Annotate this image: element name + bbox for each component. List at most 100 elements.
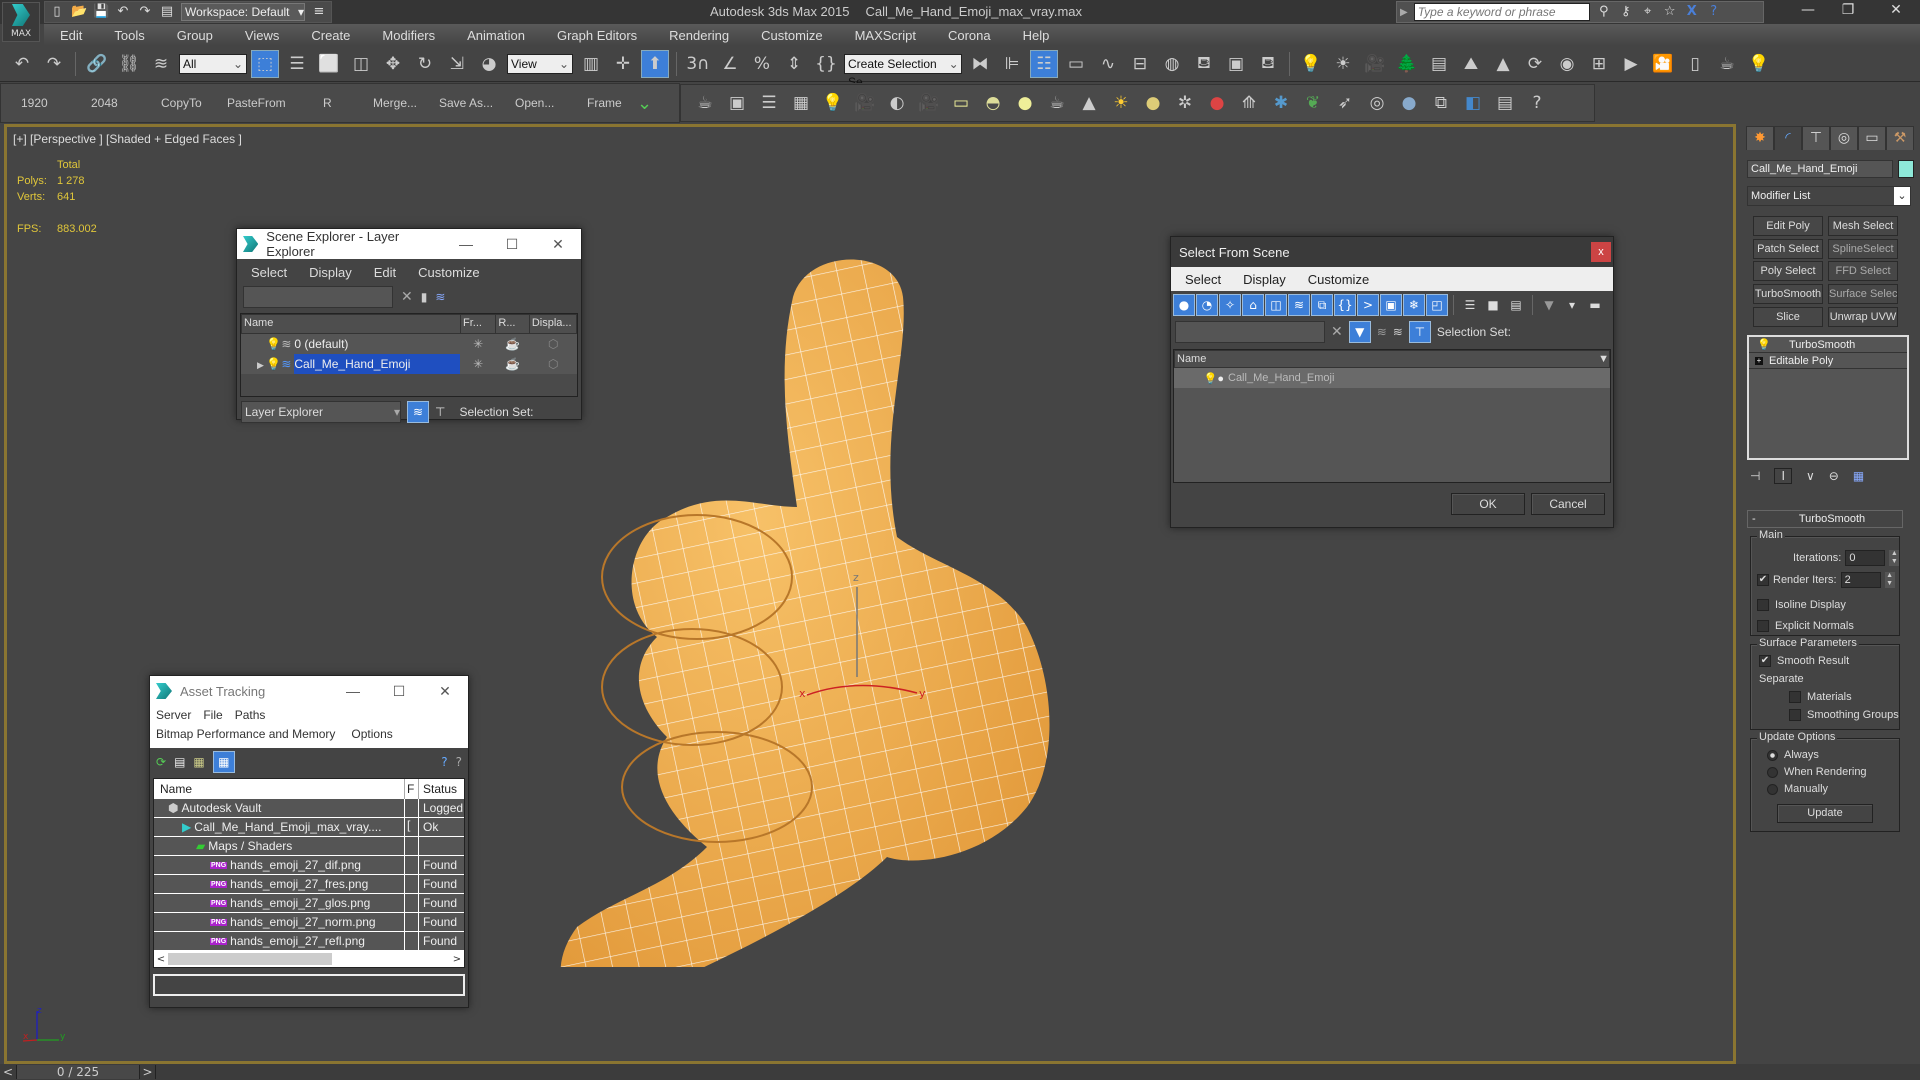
clear-search-icon[interactable]: ✕ (1331, 324, 1343, 340)
scene-converter-icon[interactable]: ▤ (1491, 89, 1519, 117)
menu-modifiers[interactable]: Modifiers (366, 28, 451, 43)
display-all-icon[interactable]: ☰ (1459, 298, 1481, 312)
minimize-button[interactable]: — (1788, 2, 1828, 22)
filter-helpers-icon[interactable]: ◫ (1265, 294, 1287, 316)
scene-explorer-icon[interactable]: ▭ (1062, 50, 1090, 78)
forest-list-icon[interactable]: ▤ (1425, 50, 1453, 78)
filter-space-warps-icon[interactable]: ≋ (1288, 294, 1310, 316)
asset-tracking-titlebar[interactable]: Asset Tracking — ☐ ✕ (150, 676, 468, 706)
workspace-dropdown[interactable]: Workspace: Default ▾ (181, 3, 305, 21)
isoline-checkbox[interactable] (1757, 599, 1769, 611)
expand-plus-icon[interactable]: + (1755, 356, 1763, 365)
filter-xrefs-icon[interactable]: {} (1334, 294, 1356, 316)
list-view-icon[interactable]: ▤ (174, 755, 185, 769)
column-f[interactable]: F (404, 779, 418, 799)
teapot-icon[interactable]: ☕ (691, 89, 719, 117)
menu-select[interactable]: Select (251, 265, 287, 280)
prev-frame-button[interactable]: < (0, 1065, 16, 1079)
sort-arrow-icon[interactable]: ▼ (1598, 351, 1609, 367)
sphere-light-icon[interactable]: ● (1011, 89, 1039, 117)
tab-hierarchy[interactable]: ⊤ (1802, 126, 1830, 150)
spinner-snap-icon[interactable]: ⇕ (780, 50, 808, 78)
physical-camera-icon[interactable]: ◐ (883, 89, 911, 117)
layer-sort-icon[interactable]: ≋ (1377, 325, 1387, 339)
reference-coordinate-dropdown[interactable]: View ⌄ (507, 53, 573, 74)
viewport-label[interactable]: [+] [Perspective ] [Shaded + Edged Faces… (13, 132, 242, 146)
filter-toggle-icon[interactable]: ▬ (1584, 298, 1606, 312)
script-button-save-as[interactable]: Save As... (439, 96, 515, 110)
modifier-spline-select-button[interactable]: SplineSelect (1828, 239, 1898, 259)
asset-row[interactable]: ▶ Call_Me_Hand_Emoji_max_vray....[Ok (154, 817, 464, 837)
selection-filter-dropdown[interactable]: All ⌄ (179, 53, 247, 74)
sun-icon[interactable]: ☀ (1107, 89, 1135, 117)
column-name[interactable]: Name (1177, 351, 1206, 367)
pin-stack-icon[interactable]: ⊣ (1750, 469, 1760, 483)
script-button-2048[interactable]: 2048 (91, 96, 161, 110)
asset-row[interactable]: ⬢ Autodesk Vault Logged (154, 798, 464, 818)
vfb-icon[interactable]: ◧ (1459, 89, 1487, 117)
make-unique-icon[interactable]: ∨ (1806, 469, 1815, 483)
forest-icon[interactable]: 🌲 (1393, 50, 1421, 78)
expand-arrow-icon[interactable]: ▶ (1400, 7, 1408, 18)
menu-customize[interactable]: Customize (1308, 272, 1369, 287)
modifier-list-dropdown[interactable]: Modifier List ⌄ (1747, 186, 1911, 206)
select-by-name-icon[interactable]: ☰ (283, 50, 311, 78)
menu-rendering[interactable]: Rendering (653, 28, 745, 43)
redo-icon[interactable]: ↷ (137, 4, 153, 20)
teapot-icon[interactable]: ☕ (1713, 50, 1741, 78)
menu-select[interactable]: Select (1185, 272, 1221, 287)
keyboard-shortcut-override-icon[interactable]: ⬆ (641, 49, 669, 78)
column-display[interactable]: Displa... (528, 315, 576, 333)
filter-shapes-icon[interactable]: ◔ (1196, 294, 1218, 316)
modifier-poly-select-button[interactable]: Poly Select (1753, 261, 1823, 281)
object-row[interactable]: 💡● Call_Me_Hand_Emoji (1174, 368, 1610, 388)
render-production-icon[interactable]: ⛾ (1254, 50, 1282, 78)
manipulate-icon[interactable]: ✛ (609, 50, 637, 78)
horizontal-scrollbar[interactable]: < > (154, 951, 464, 967)
curve-editor-icon[interactable]: ∿ (1094, 50, 1122, 78)
script-button-merge[interactable]: Merge... (373, 96, 439, 110)
menu-display[interactable]: Display (1243, 272, 1286, 287)
frame-buffer-icon[interactable]: ▯ (1681, 50, 1709, 78)
script-button-copyto[interactable]: CopyTo (161, 96, 227, 110)
minimize-button[interactable]: — (443, 236, 489, 253)
object-color-swatch[interactable] (1898, 160, 1914, 178)
vray-material-icon[interactable]: ● (1395, 89, 1423, 117)
viewport-grid-icon[interactable]: ⊞ (1585, 50, 1613, 78)
mesh-light-icon[interactable]: ☕ (1043, 89, 1071, 117)
sort-by-hierarchy-icon[interactable]: ⊤ (435, 405, 445, 419)
layer-visibility-icon[interactable]: ▶ 💡≋ (241, 357, 294, 371)
modifier-slice-button[interactable]: Slice (1753, 307, 1823, 327)
render-region-icon[interactable]: ▶ (1617, 50, 1645, 78)
angle-snap-icon[interactable]: ∠ (716, 50, 744, 78)
maximize-button[interactable]: ☐ (376, 683, 422, 700)
renderable-icon[interactable]: ☕ (496, 337, 530, 351)
smooth-result-checkbox[interactable]: ✔ (1759, 655, 1771, 667)
percent-snap-icon[interactable]: % (748, 50, 776, 78)
displacement-icon[interactable]: ◎ (1363, 89, 1391, 117)
menu-help[interactable]: Help (1007, 28, 1066, 43)
settings-panel-icon[interactable]: ☰ (755, 89, 783, 117)
render-iters-checkbox[interactable]: ✔ (1757, 574, 1769, 586)
application-menu-button[interactable]: MAX (2, 2, 40, 42)
menu-paths[interactable]: Paths (235, 708, 266, 727)
layer-row[interactable]: ▶ 💡≋ Call_Me_Hand_Emoji ✳ ☕ ⬡ (241, 354, 577, 374)
light-bulb-icon[interactable]: 💡 (1749, 338, 1789, 351)
plane-icon[interactable]: ⟰ (1235, 89, 1263, 117)
asset-row[interactable]: PNG hands_emoji_27_glos.png Found (154, 893, 464, 913)
redo-icon[interactable]: ↷ (40, 50, 68, 78)
add-camera-icon[interactable]: 🎦 (1649, 50, 1677, 78)
binoculars-icon[interactable]: ⚲ (1596, 4, 1612, 20)
maximize-button[interactable]: ❐ (1828, 2, 1868, 22)
red-camera-icon[interactable]: 🎥 (915, 89, 943, 117)
cancel-button[interactable]: Cancel (1531, 493, 1605, 515)
move-icon[interactable]: ✥ (379, 50, 407, 78)
select-object-icon[interactable]: ⬚ (251, 49, 279, 78)
hand-emoji-model[interactable]: z x y (557, 207, 1117, 967)
asset-row[interactable]: PNG hands_emoji_27_fres.png Found (154, 874, 464, 894)
stack-item-editable-poly[interactable]: + Editable Poly (1749, 353, 1907, 369)
proxy-icon[interactable]: ▲ (1489, 50, 1517, 78)
menu-group[interactable]: Group (161, 28, 229, 43)
script-button-r[interactable]: R (323, 96, 373, 110)
mesh-proxy-icon[interactable]: ✱ (1267, 89, 1295, 117)
